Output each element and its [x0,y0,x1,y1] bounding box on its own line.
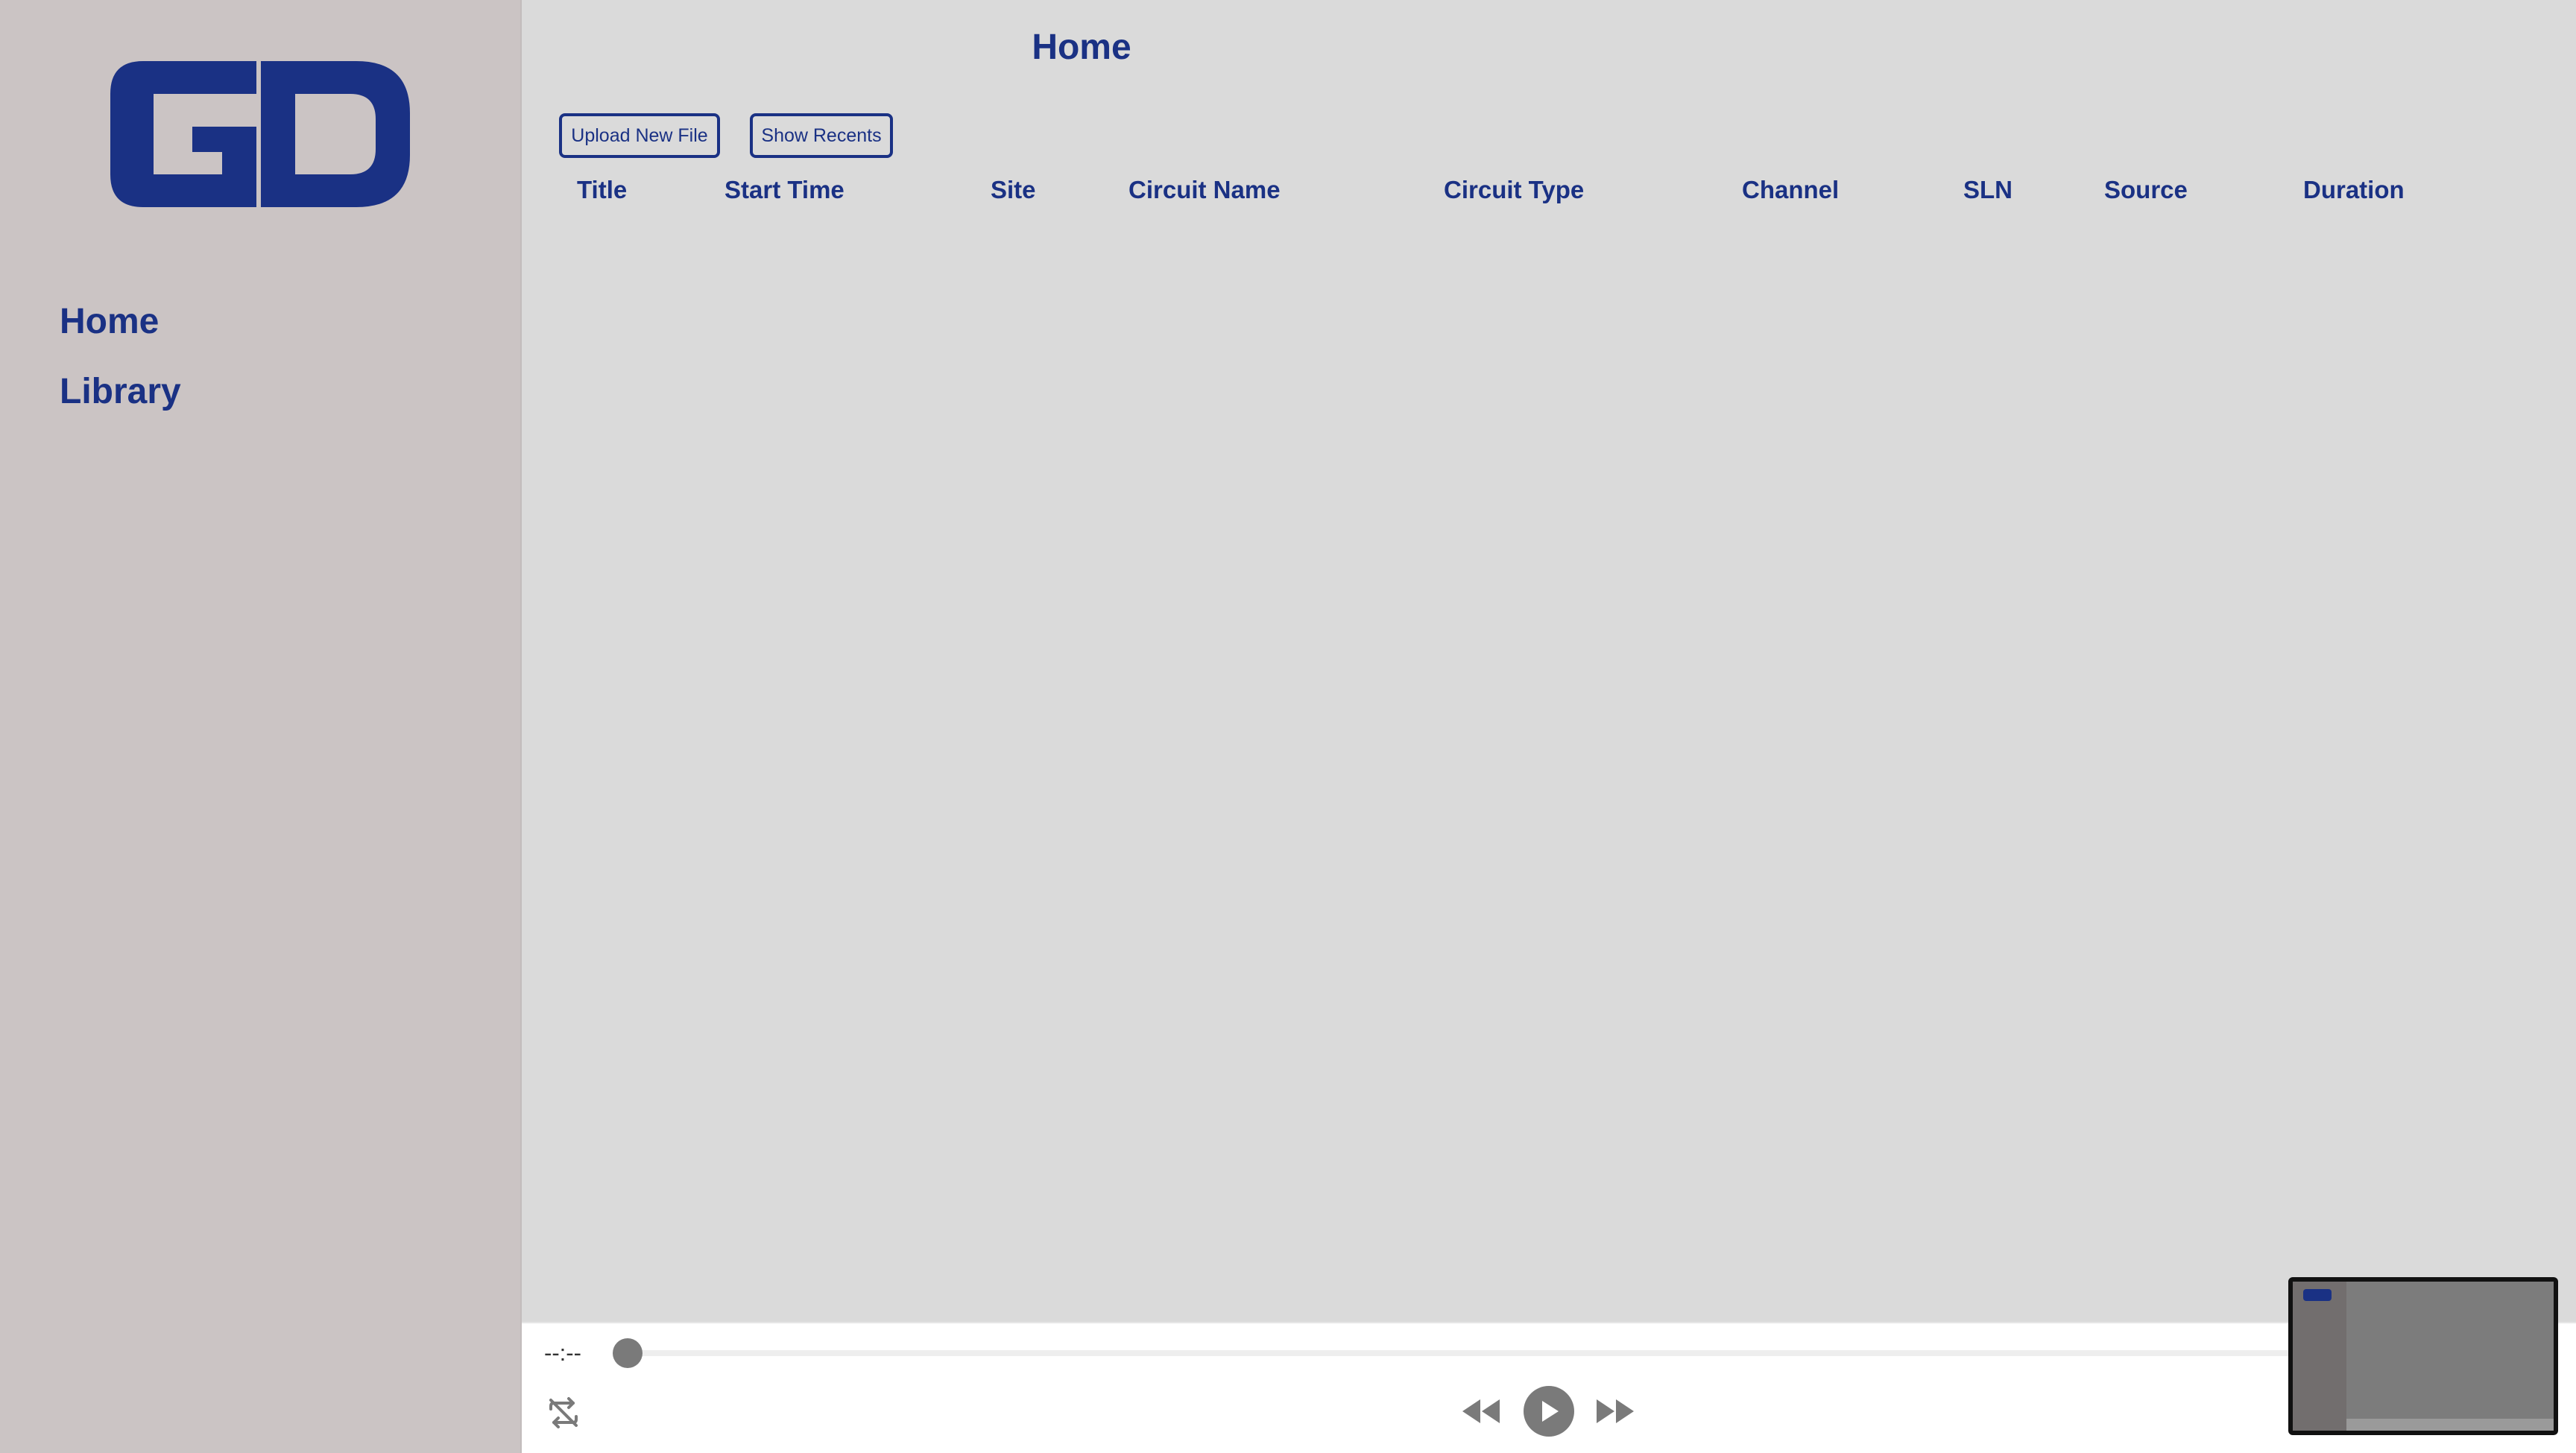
fast-forward-icon[interactable] [1594,1395,1637,1428]
column-header-title[interactable]: Title [577,176,627,204]
gd-logo [110,61,410,207]
column-header-circuit-name[interactable]: Circuit Name [1128,176,1281,204]
column-header-start-time[interactable]: Start Time [724,176,845,204]
rewind-icon[interactable] [1459,1395,1503,1428]
page-title: Home [1032,28,1131,67]
current-time-label: --:-- [544,1340,581,1366]
window-thumbnail-preview[interactable] [2288,1277,2558,1435]
thumbnail-logo [2303,1289,2332,1301]
thumbnail-player-bar [2346,1419,2554,1431]
sidebar: Home Library [0,0,522,1453]
column-header-site[interactable]: Site [991,176,1036,204]
seek-slider-handle[interactable] [613,1338,643,1368]
column-header-sln[interactable]: SLN [1963,176,2012,204]
seek-track[interactable] [613,1350,2446,1356]
sidebar-item-library[interactable]: Library [60,371,181,412]
main-content: Home Upload New File Show Recents Title … [522,0,2576,1322]
sidebar-item-home[interactable]: Home [60,301,159,342]
audio-player-bar: --:-- [522,1322,2576,1453]
column-header-duration[interactable]: Duration [2303,176,2405,204]
play-icon [1542,1401,1559,1422]
upload-new-file-button[interactable]: Upload New File [559,113,720,158]
column-header-source[interactable]: Source [2104,176,2188,204]
repeat-off-icon[interactable] [543,1392,584,1434]
play-button[interactable] [1524,1386,1574,1437]
column-header-channel[interactable]: Channel [1742,176,1839,204]
thumbnail-sidebar [2293,1282,2346,1431]
show-recents-button[interactable]: Show Recents [750,113,893,158]
column-header-circuit-type[interactable]: Circuit Type [1444,176,1584,204]
